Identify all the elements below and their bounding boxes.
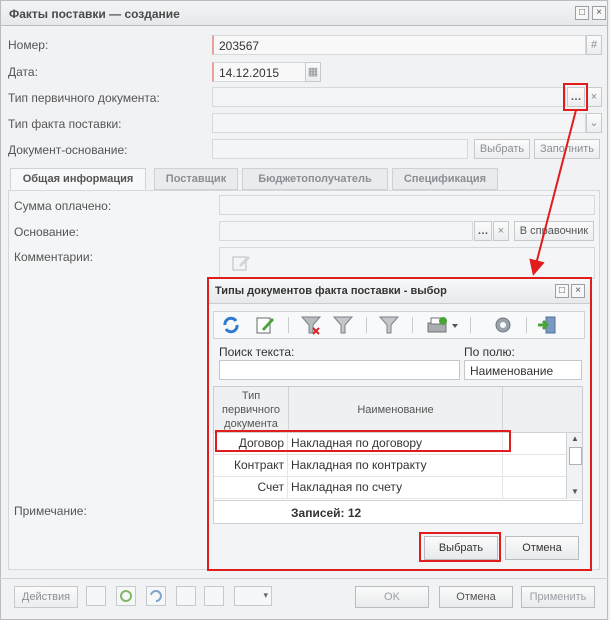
selection-dialog: Типы документов факта поставки - выбор □… — [207, 277, 592, 571]
cell-name: Накладная по контракту — [289, 455, 503, 476]
col-header-type[interactable]: Тип первичного документа — [214, 387, 289, 433]
search-label: Поиск текста: — [219, 345, 295, 359]
toolbar-separator — [526, 317, 527, 333]
scroll-up-icon[interactable]: ▲ — [571, 434, 579, 443]
dialog-close-icon[interactable]: × — [571, 284, 585, 298]
records-count: Записей: 12 — [291, 506, 362, 520]
gear-icon[interactable] — [492, 315, 514, 335]
cell-type: Контракт — [214, 455, 288, 476]
cell-name: Накладная по счету — [289, 477, 503, 498]
print-icon[interactable] — [426, 315, 460, 335]
dialog-titlebar: Типы документов факта поставки - выбор □… — [209, 279, 590, 304]
toolbar-separator — [412, 317, 413, 333]
vertical-scrollbar[interactable]: ▲ ▼ — [566, 433, 582, 499]
scrollbar-thumb[interactable] — [569, 447, 582, 465]
records-grid: Тип первичного документа Наименование До… — [213, 386, 583, 524]
dialog-toolbar — [213, 311, 585, 339]
scroll-down-icon[interactable]: ▼ — [571, 487, 579, 496]
search-input[interactable] — [219, 360, 460, 380]
col-header-name[interactable]: Наименование — [289, 387, 503, 433]
dialog-maximize-icon[interactable]: □ — [555, 284, 569, 298]
edit-icon[interactable] — [254, 315, 276, 335]
toolbar-separator — [288, 317, 289, 333]
refresh-icon[interactable] — [220, 315, 242, 335]
toolbar-separator — [470, 317, 471, 333]
clear-filter-icon[interactable] — [300, 315, 322, 335]
cell-type: Счет — [214, 477, 288, 498]
dialog-title: Типы документов факта поставки - выбор — [215, 285, 447, 297]
dialog-cancel-button[interactable]: Отмена — [505, 536, 579, 560]
funnel-icon[interactable] — [378, 315, 400, 335]
exit-icon[interactable] — [536, 315, 558, 335]
filter-icon[interactable] — [332, 315, 354, 335]
col-header-empty — [503, 387, 582, 433]
highlight-select-button — [419, 532, 501, 562]
arrow-to-dialog — [529, 109, 577, 276]
toolbar-separator — [366, 317, 367, 333]
field-label: По полю: — [464, 345, 515, 359]
highlight-row — [215, 430, 511, 452]
table-row[interactable]: Счет Накладная по счету — [214, 477, 582, 499]
field-select[interactable]: Наименование — [464, 360, 582, 380]
grid-footer: Записей: 12 — [214, 500, 582, 523]
table-row[interactable]: Контракт Накладная по контракту — [214, 455, 582, 477]
